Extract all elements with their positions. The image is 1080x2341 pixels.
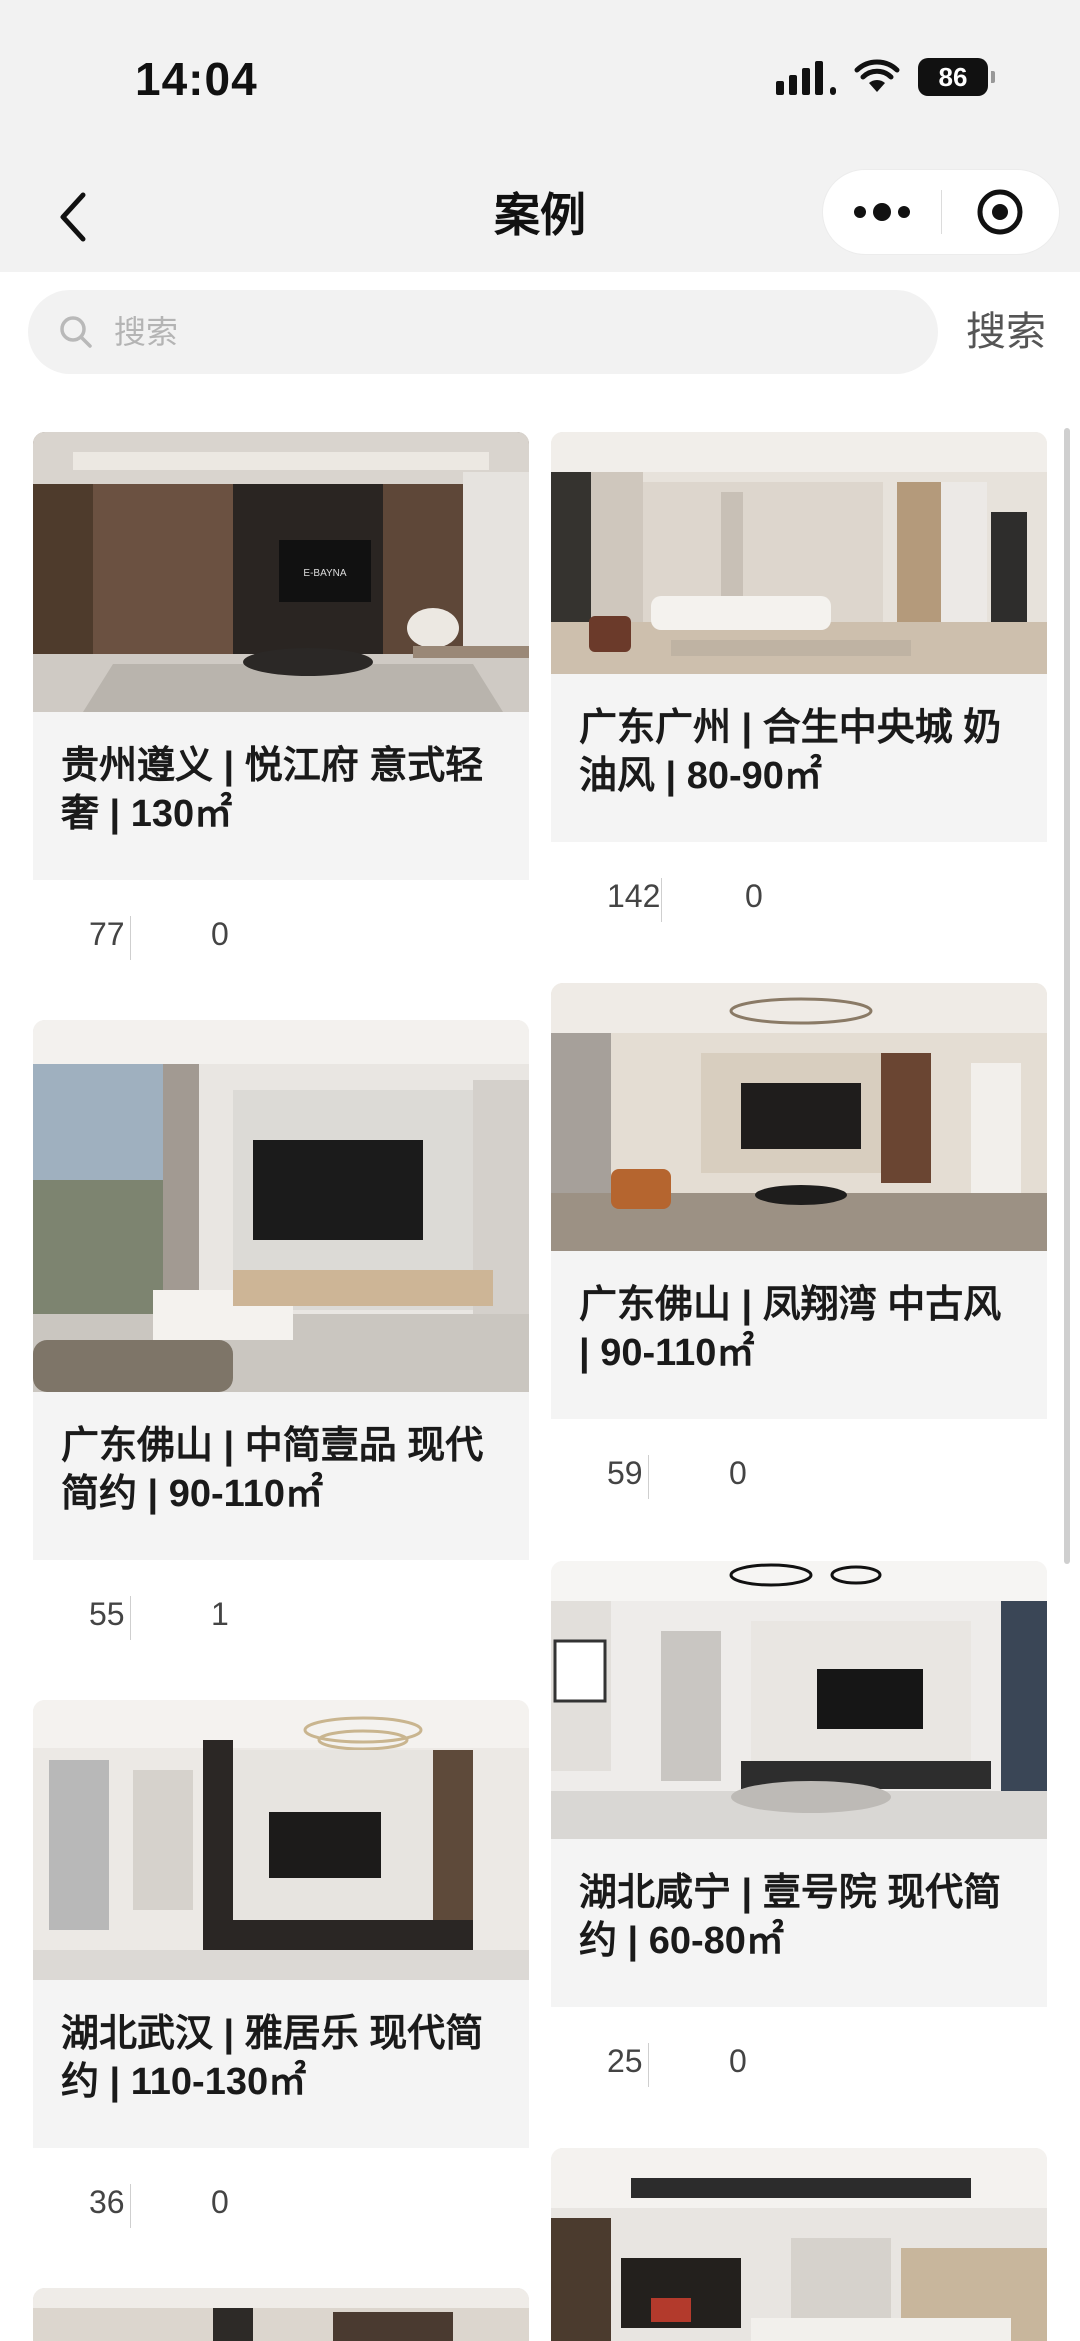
case-card[interactable]: 广东佛山 | 凤翔湾 中古风 | 90-110㎡ 59 0 xyxy=(551,983,1047,1527)
case-card-body: 贵州遵义 | 悦江府 意式轻奢 | 130㎡ xyxy=(33,712,529,880)
case-image xyxy=(551,2148,1047,2341)
case-card[interactable]: 广东佛山 | 中简壹品 现代简约 | 90-110㎡ 55 1 xyxy=(33,1020,529,1668)
case-card-body: 广东佛山 | 中简壹品 现代简约 | 90-110㎡ xyxy=(33,1392,529,1560)
case-stats: 25 0 xyxy=(551,2007,1047,2115)
case-card[interactable] xyxy=(33,2288,529,2341)
case-image: E-BAYNA xyxy=(33,432,529,712)
target-icon xyxy=(977,189,1023,235)
close-mini-program-button[interactable] xyxy=(942,169,1060,255)
tv-screen-label: E-BAYNA xyxy=(303,568,346,579)
case-title: 贵州遵义 | 悦江府 意式轻奢 | 130㎡ xyxy=(61,745,484,835)
case-image xyxy=(33,2288,529,2341)
case-card[interactable] xyxy=(551,2148,1047,2341)
stats-divider xyxy=(661,878,662,922)
view-count: 55 xyxy=(89,1596,125,1632)
case-card-body: 广东广州 | 合生中央城 奶油风 | 80-90㎡ xyxy=(551,674,1047,842)
case-title: 湖北咸宁 | 壹号院 现代简约 | 60-80㎡ xyxy=(579,1872,1002,1962)
case-stats: 55 1 xyxy=(33,1560,529,1668)
case-card[interactable]: 广东广州 | 合生中央城 奶油风 | 80-90㎡ 142 0 xyxy=(551,432,1047,950)
comment-count: 0 xyxy=(729,2043,747,2079)
comment-count: 0 xyxy=(745,878,763,914)
search-input[interactable] xyxy=(114,313,894,351)
search-button[interactable]: 搜索 xyxy=(966,302,1046,362)
case-feed: E-BAYNA 贵州遵义 | 悦江府 意式轻奢 | 130㎡ 77 0 广东广州… xyxy=(0,392,1080,2341)
comment-count: 1 xyxy=(211,1596,229,1632)
case-stats: 142 0 xyxy=(551,842,1047,950)
case-stats: 77 0 xyxy=(33,880,529,988)
more-button[interactable] xyxy=(823,169,941,255)
case-title: 广东佛山 | 中简壹品 现代简约 | 90-110㎡ xyxy=(61,1425,484,1515)
view-count: 77 xyxy=(89,916,125,952)
comment-count: 0 xyxy=(211,2184,229,2220)
battery-icon: 86 xyxy=(918,58,995,96)
case-stats: 59 0 xyxy=(551,1419,1047,1527)
cellular-signal-icon xyxy=(776,59,836,95)
status-bar: 14:04 86 xyxy=(0,0,1080,160)
stats-divider xyxy=(130,2184,131,2228)
case-title: 湖北武汉 | 雅居乐 现代简约 | 110-130㎡ xyxy=(61,2013,484,2103)
stats-divider xyxy=(130,1596,131,1640)
search-box[interactable] xyxy=(28,290,938,374)
scrollbar[interactable] xyxy=(1064,428,1070,1564)
view-count: 59 xyxy=(607,1455,643,1491)
stats-divider xyxy=(648,2043,649,2087)
status-time: 14:04 xyxy=(135,53,258,105)
case-card-body: 广东佛山 | 凤翔湾 中古风 | 90-110㎡ xyxy=(551,1251,1047,1419)
case-card-body: 湖北咸宁 | 壹号院 现代简约 | 60-80㎡ xyxy=(551,1839,1047,2007)
comment-count: 0 xyxy=(729,1455,747,1491)
status-icons: 86 xyxy=(776,58,995,96)
case-card[interactable]: 湖北咸宁 | 壹号院 现代简约 | 60-80㎡ 25 0 xyxy=(551,1561,1047,2115)
case-image xyxy=(551,1561,1047,1839)
mini-program-capsule xyxy=(822,169,1060,255)
wifi-icon xyxy=(854,59,900,92)
case-card[interactable]: E-BAYNA 贵州遵义 | 悦江府 意式轻奢 | 130㎡ 77 0 xyxy=(33,432,529,988)
case-list-page: 14:04 86 案例 搜索 搜索 E-BAYNA 贵州遵义 | 悦江府 意式轻… xyxy=(0,0,1080,2341)
case-image xyxy=(551,983,1047,1251)
view-count: 25 xyxy=(607,2043,643,2079)
case-title: 广东广州 | 合生中央城 奶油风 | 80-90㎡ xyxy=(579,707,1002,797)
view-count: 142 xyxy=(607,878,661,914)
case-image xyxy=(33,1700,529,1980)
case-image xyxy=(551,432,1047,674)
comment-count: 0 xyxy=(211,916,229,952)
search-row: 搜索 xyxy=(0,272,1080,392)
case-stats: 36 0 xyxy=(33,2148,529,2256)
case-title: 广东佛山 | 凤翔湾 中古风 | 90-110㎡ xyxy=(579,1284,1002,1374)
navigation-bar: 案例 xyxy=(0,160,1080,272)
view-count: 36 xyxy=(89,2184,125,2220)
stats-divider xyxy=(648,1455,649,1499)
case-card[interactable]: 湖北武汉 | 雅居乐 现代简约 | 110-130㎡ 36 0 xyxy=(33,1700,529,2256)
stats-divider xyxy=(130,916,131,960)
battery-level: 86 xyxy=(938,61,968,92)
search-icon xyxy=(56,312,96,352)
case-card-body: 湖北武汉 | 雅居乐 现代简约 | 110-130㎡ xyxy=(33,1980,529,2148)
case-image xyxy=(33,1020,529,1392)
